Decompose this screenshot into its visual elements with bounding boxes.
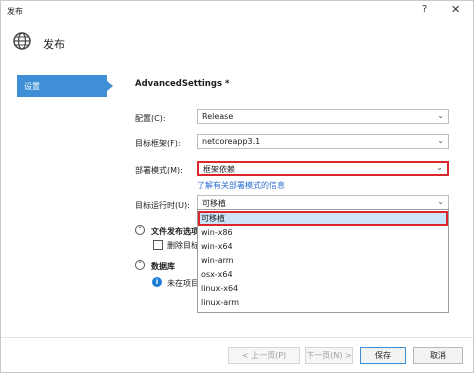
save-button[interactable]: 保存 — [360, 347, 406, 364]
chevron-down-icon: ⌄ — [437, 111, 444, 120]
file-publish-options-title: 文件发布选项 — [151, 227, 199, 236]
target-framework-select[interactable]: netcoreapp3.1 ⌄ — [197, 134, 449, 149]
publish-dialog: 发布 ? ✕ 发布 设置 AdvancedSettings * 配置(C): R… — [0, 0, 474, 373]
deployment-mode-select[interactable]: 框架依赖 ⌄ — [197, 161, 449, 176]
target-runtime-label: 目标运行时(U): — [135, 201, 190, 210]
deployment-mode-help-link[interactable]: 了解有关部署模式的信息 — [197, 180, 285, 191]
target-runtime-dropdown: 可移植 win-x86 win-x64 win-arm osx-x64 linu… — [197, 209, 449, 313]
cancel-button[interactable]: 取消 — [413, 347, 463, 364]
configuration-label: 配置(C): — [135, 114, 166, 123]
title-bar: 发布 ? ✕ — [1, 1, 473, 20]
sidebar-item-label: 设置 — [24, 82, 40, 91]
delete-existing-files-label: 删除目标 — [167, 241, 199, 250]
database-info-text: 未在项目 — [167, 279, 199, 288]
runtime-option[interactable]: 可移植 — [198, 211, 448, 226]
runtime-option[interactable]: linux-x64 — [198, 282, 448, 295]
footer-divider — [1, 337, 473, 338]
target-runtime-select[interactable]: 可移植 ⌄ — [197, 195, 449, 210]
previous-button[interactable]: < 上一页(P) — [228, 347, 300, 364]
next-button[interactable]: 下一页(N) > — [305, 347, 353, 364]
sidebar-item-settings[interactable]: 设置 — [17, 75, 113, 97]
runtime-option[interactable]: osx-x64 — [198, 268, 448, 281]
chevron-down-icon: ⌄ — [437, 136, 444, 145]
window-title: 发布 — [7, 7, 23, 16]
runtime-option[interactable]: win-x86 — [198, 226, 448, 239]
close-button[interactable]: ✕ — [451, 3, 460, 16]
deployment-mode-label: 部署模式(M): — [135, 166, 183, 175]
collapse-file-options-icon[interactable]: ⌃ — [135, 225, 145, 235]
configuration-select[interactable]: Release ⌄ — [197, 109, 449, 124]
settings-heading: AdvancedSettings * — [135, 79, 230, 89]
runtime-option[interactable]: linux-arm — [198, 296, 448, 309]
chevron-down-icon: ⌄ — [436, 163, 443, 172]
chevron-down-icon: ⌄ — [437, 197, 444, 206]
info-icon: i — [152, 277, 162, 287]
help-button[interactable]: ? — [422, 4, 427, 15]
runtime-option[interactable]: win-x64 — [198, 240, 448, 253]
runtime-option[interactable]: win-arm — [198, 254, 448, 267]
database-title: 数据库 — [151, 262, 175, 271]
page-title: 发布 — [43, 38, 65, 51]
target-framework-label: 目标框架(F): — [135, 139, 181, 148]
collapse-database-icon[interactable]: ⌃ — [135, 260, 145, 270]
globe-icon — [13, 32, 31, 50]
delete-existing-files-checkbox[interactable] — [153, 240, 163, 250]
